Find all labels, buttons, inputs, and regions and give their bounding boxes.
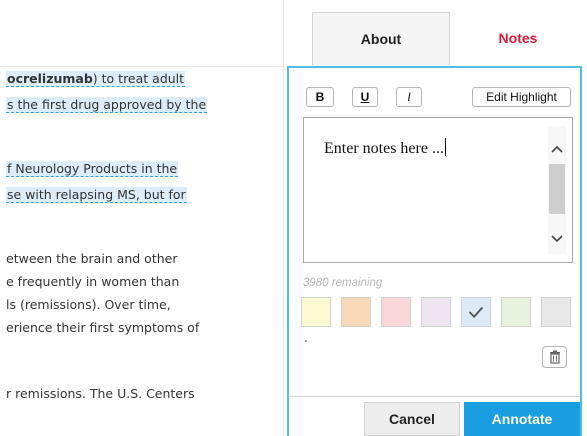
scrollbar-thumb[interactable] (549, 164, 565, 214)
check-icon (468, 306, 484, 319)
swatch-gray[interactable] (541, 297, 571, 327)
swatch-green[interactable] (501, 297, 531, 327)
text-highlight[interactable]: se with relapsing MS, but for (6, 187, 187, 203)
line-text: ) to treat adult (92, 71, 185, 86)
text-highlight[interactable]: ocrelizumab) to treat adult (6, 71, 186, 87)
article-line: ocrelizumab) to treat adult (6, 70, 186, 88)
line-text: e frequently in women than (6, 274, 180, 289)
article-line: ls (remissions). Over time, (6, 296, 171, 314)
edit-highlight-button[interactable]: Edit Highlight (472, 87, 571, 107)
annotate-button[interactable]: Annotate (464, 402, 580, 436)
article-topbar (0, 0, 282, 67)
trash-icon (549, 350, 560, 364)
italic-button[interactable]: I (396, 87, 422, 107)
footer-divider (289, 396, 580, 397)
article-line-text: erience their first symptoms of (6, 320, 199, 335)
swatch-lavender[interactable] (421, 297, 451, 327)
notes-text: Enter notes here ... (324, 138, 446, 157)
article-line: e frequently in women than (6, 273, 179, 291)
line-text: erience their first symptoms of (6, 320, 200, 335)
line-text: r remissions. The U.S. Centers (6, 386, 195, 401)
article-line: etween the brain and other (6, 250, 177, 268)
article-pane: ocrelizumab) to treat adult s the first d… (0, 0, 282, 436)
article-line: r remissions. The U.S. Centers (6, 385, 195, 403)
bold-button[interactable]: B (306, 87, 334, 107)
article-line-text: ls (remissions). Over time, (6, 297, 171, 312)
line-text: se with relapsing MS, but for (7, 187, 186, 202)
scroll-down-icon[interactable] (548, 230, 566, 248)
article-line: se with relapsing MS, but for (6, 186, 187, 204)
article-line: erience their first symptoms of (6, 319, 199, 337)
delete-button[interactable] (542, 346, 567, 368)
article-line-text: r remissions. The U.S. Centers (6, 386, 195, 401)
tab-notes[interactable]: Notes (449, 12, 587, 64)
line-text: ls (remissions). Over time, (6, 297, 171, 312)
divider-dot (305, 340, 307, 342)
scroll-up-icon[interactable] (548, 140, 566, 158)
line-text: f Neurology Products in the (7, 161, 178, 176)
swatch-yellow[interactable] (301, 297, 331, 327)
line-text: etween the brain and other (6, 251, 178, 266)
swatch-orange[interactable] (341, 297, 371, 327)
tab-about[interactable]: About (312, 12, 450, 65)
line-text: s the first drug approved by the (7, 97, 207, 112)
swatch-blue[interactable] (461, 297, 491, 327)
cancel-button[interactable]: Cancel (364, 402, 460, 436)
notes-scrollbar[interactable] (548, 126, 566, 254)
article-line-text: etween the brain and other (6, 251, 177, 266)
text-caret (444, 138, 446, 156)
swatch-pink[interactable] (381, 297, 411, 327)
article-line-text: e frequently in women than (6, 274, 179, 289)
notes-editor: B U I Edit Highlight Enter notes here ..… (287, 66, 582, 436)
text-highlight[interactable]: f Neurology Products in the (6, 161, 179, 177)
article-line: s the first drug approved by the (6, 96, 208, 114)
notes-textarea[interactable]: Enter notes here ... (303, 117, 573, 263)
text-highlight[interactable]: s the first drug approved by the (6, 97, 208, 113)
drug-name: ocrelizumab (7, 71, 93, 86)
characters-remaining: 3980 remaining (303, 277, 383, 289)
article-line: f Neurology Products in the (6, 160, 179, 178)
underline-button[interactable]: U (352, 87, 378, 107)
